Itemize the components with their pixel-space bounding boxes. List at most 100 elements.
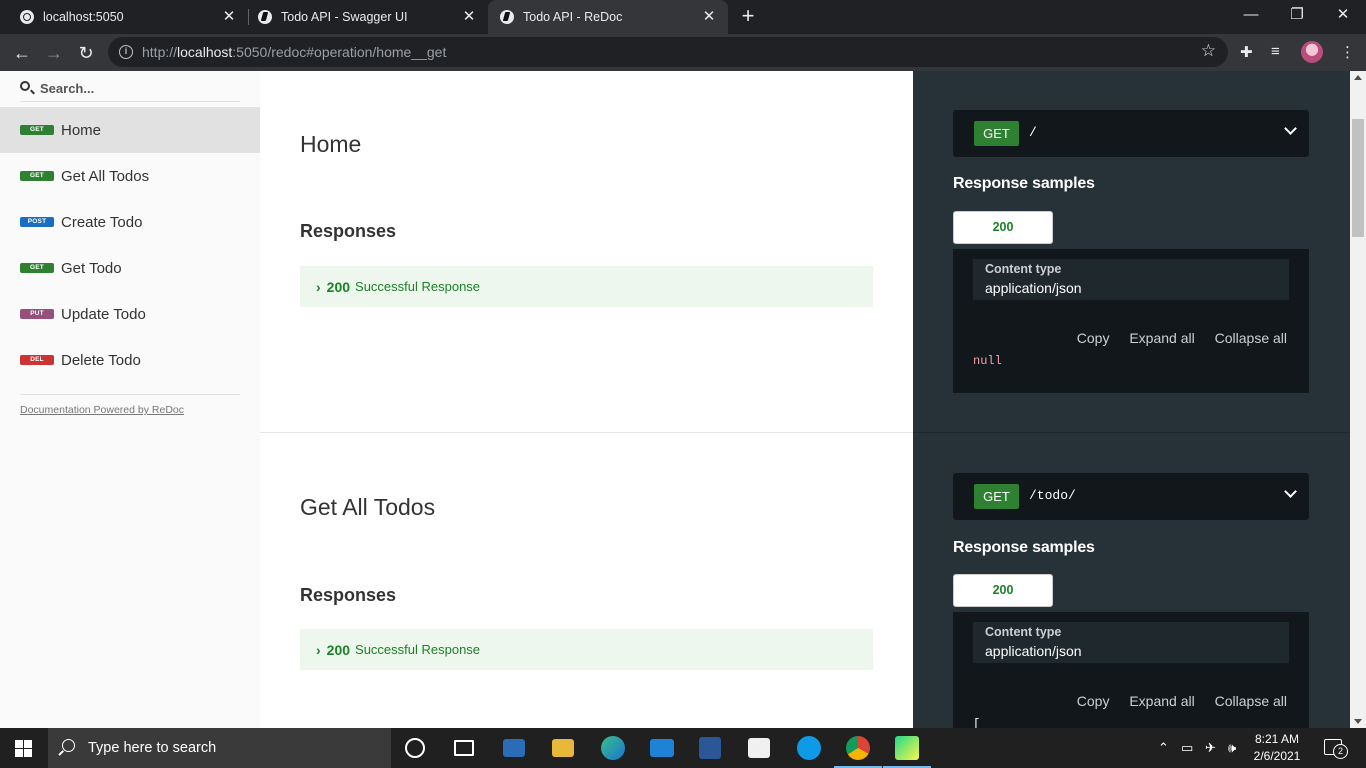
chevron-right-icon: › [316, 641, 321, 658]
response-200-toggle[interactable]: › 200 Successful Response [300, 266, 873, 307]
responses-heading: Responses [300, 221, 397, 241]
response-code: 200 [326, 641, 351, 658]
clock-date: 2/6/2021 [1253, 749, 1301, 763]
response-description: Successful Response [355, 642, 481, 657]
task-view-icon[interactable] [454, 740, 474, 756]
tab-title: Todo API - ReDoc [523, 10, 623, 24]
browser-tab-redoc[interactable]: Todo API - ReDoc ✕ [488, 0, 728, 34]
status-tab-200[interactable]: 200 [953, 574, 1053, 607]
powered-by-link[interactable]: Documentation Powered by ReDoc [20, 394, 240, 416]
system-clock[interactable]: 8:21 AM 2/6/2021 [1252, 731, 1302, 765]
endpoint-dropdown[interactable]: GET /todo/ [953, 473, 1309, 520]
taskbar-search-box[interactable]: Type here to search [48, 728, 391, 768]
method-badge: POST [20, 217, 54, 227]
restore-icon[interactable]: ❐ [1274, 0, 1320, 30]
scroll-up-arrow-icon[interactable] [1354, 75, 1362, 80]
back-arrow-icon[interactable]: ← [10, 41, 34, 65]
notification-count: 2 [1333, 744, 1348, 759]
extensions-puzzle-icon[interactable]: ✚ [1240, 43, 1253, 61]
cortana-icon[interactable] [405, 738, 425, 758]
sidebar-item-create-todo[interactable]: POST Create Todo [0, 199, 260, 245]
skype-icon[interactable] [797, 736, 821, 760]
address-bar[interactable]: i http://localhost:5050/redoc#operation/… [108, 37, 1228, 67]
tab-close-icon[interactable]: ✕ [220, 8, 238, 26]
sidebar-item-update-todo[interactable]: PUT Update Todo [0, 291, 260, 337]
volume-icon[interactable]: 🕪 [1228, 740, 1236, 756]
endpoint-dropdown[interactable]: GET / [953, 110, 1309, 157]
panel-separator [913, 432, 1350, 433]
sample-actions: Copy Expand all Collapse all [1061, 330, 1287, 346]
tab-title: localhost:5050 [43, 10, 124, 24]
operation-title: Home [300, 131, 362, 157]
bookmark-star-icon[interactable]: ☆ [1201, 41, 1216, 61]
response-code: 200 [326, 278, 351, 295]
sidebar-item-get-todo[interactable]: GET Get Todo [0, 245, 260, 291]
sidebar-item-home[interactable]: GET Home [0, 107, 260, 153]
browser-toolbar: ← → ↻ i http://localhost:5050/redoc#oper… [0, 34, 1366, 71]
content-type-selector[interactable]: Content type application/json [973, 622, 1289, 663]
sidebar-item-label: Home [61, 121, 102, 139]
pycharm-icon[interactable] [883, 736, 931, 768]
tab-close-icon[interactable]: ✕ [700, 8, 718, 26]
chevron-up-icon[interactable]: ⌃ [1158, 740, 1169, 756]
collapse-all-button[interactable]: Collapse all [1215, 693, 1287, 709]
info-icon[interactable]: i [119, 45, 133, 59]
new-tab-button[interactable]: + [737, 5, 759, 28]
response-sample-panel: Content type application/json Copy Expan… [953, 249, 1309, 393]
word-icon[interactable] [699, 737, 721, 759]
expand-all-button[interactable]: Expand all [1129, 693, 1194, 709]
expand-all-button[interactable]: Expand all [1129, 330, 1194, 346]
copy-button[interactable]: Copy [1077, 330, 1110, 346]
sidebar-item-get-all-todos[interactable]: GET Get All Todos [0, 153, 260, 199]
content-type-selector[interactable]: Content type application/json [973, 259, 1289, 300]
browser-tab-localhost[interactable]: localhost:5050 ✕ [0, 0, 248, 34]
close-window-icon[interactable]: ✕ [1320, 0, 1366, 30]
endpoint-path: / [1029, 125, 1037, 140]
redoc-page: GET Home GET Get All Todos POST Create T… [0, 71, 1366, 728]
windows-start-icon[interactable] [15, 740, 32, 757]
content-type-value: application/json [985, 643, 1082, 659]
status-tab-200[interactable]: 200 [953, 211, 1053, 244]
url-prefix: http:// [142, 44, 178, 60]
collapse-all-button[interactable]: Collapse all [1215, 330, 1287, 346]
endpoint-path: /todo/ [1029, 488, 1076, 503]
edge-browser-icon[interactable] [601, 736, 625, 760]
search-icon [20, 81, 30, 91]
windows-taskbar: Type here to search ⌃ ▭ ✈ 🕪 8:21 AM 2/6/… [0, 728, 1366, 768]
sample-code: null [973, 354, 1002, 368]
http-method-badge: GET [974, 121, 1019, 146]
scrollbar-thumb[interactable] [1352, 119, 1364, 237]
url-text[interactable]: http://localhost:5050/redoc#operation/ho… [142, 44, 446, 60]
browser-menu-icon[interactable]: ⋮ [1340, 43, 1355, 61]
tab-close-icon[interactable]: ✕ [460, 8, 478, 26]
method-badge: GET [20, 171, 54, 181]
forward-arrow-icon[interactable]: → [42, 41, 66, 65]
notification-center-icon[interactable]: 2 [1324, 739, 1348, 759]
mail-icon[interactable] [650, 739, 674, 757]
sidebar: GET Home GET Get All Todos POST Create T… [0, 71, 260, 728]
response-sample-panel: Content type application/json Copy Expan… [953, 612, 1309, 728]
method-badge: DEL [20, 355, 54, 365]
airplane-mode-icon[interactable]: ✈ [1205, 740, 1216, 756]
response-200-toggle[interactable]: › 200 Successful Response [300, 629, 873, 670]
method-badge: GET [20, 263, 54, 273]
sidebar-item-delete-todo[interactable]: DEL Delete Todo [0, 337, 260, 383]
profile-avatar[interactable] [1301, 41, 1323, 63]
scroll-down-arrow-icon[interactable] [1354, 719, 1362, 724]
browser-tab-swagger[interactable]: Todo API - Swagger UI ✕ [238, 0, 488, 34]
copy-button[interactable]: Copy [1077, 693, 1110, 709]
media-queue-icon[interactable]: ≡ [1271, 43, 1280, 60]
page-scrollbar[interactable] [1350, 71, 1366, 728]
battery-icon[interactable]: ▭ [1181, 740, 1193, 756]
response-samples-heading: Response samples [953, 539, 1095, 556]
reload-icon[interactable]: ↻ [74, 41, 98, 65]
search-input[interactable] [40, 78, 240, 98]
minimize-icon[interactable]: — [1228, 0, 1274, 30]
bolt-icon [258, 10, 272, 24]
store-icon[interactable] [748, 738, 770, 758]
file-explorer-icon[interactable] [552, 739, 574, 757]
news-app-icon[interactable] [503, 739, 525, 757]
content-type-label: Content type [985, 625, 1062, 639]
operation-docs: Home Responses › 200 Successful Response… [260, 71, 913, 728]
chrome-icon[interactable] [834, 736, 882, 768]
